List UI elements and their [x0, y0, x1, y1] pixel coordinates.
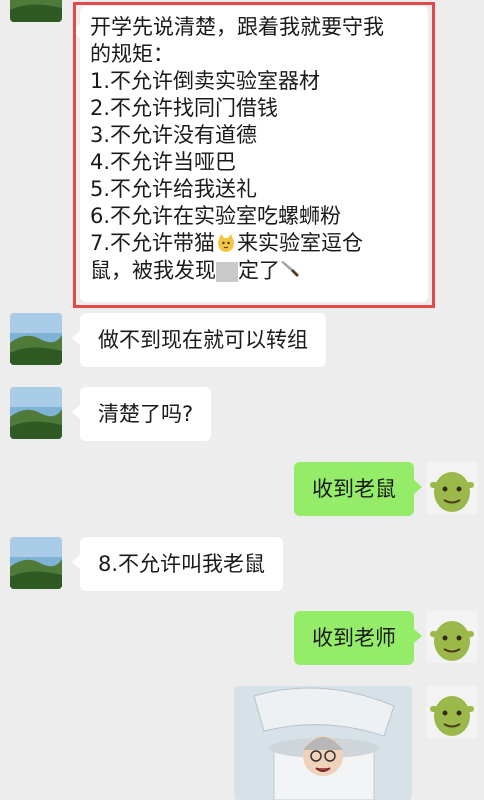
shrek-avatar-icon [426, 611, 478, 663]
incoming-message-bubble[interactable]: 8.不允许叫我老鼠 [71, 537, 284, 591]
user-avatar[interactable] [426, 462, 478, 514]
shrek-avatar-icon [426, 686, 478, 738]
cat-emoji-icon [215, 230, 237, 257]
rules-line-7: 7.不允许带猫 来实验室逗仓 [90, 230, 418, 257]
rules-line-8: 鼠，被我发现 定了 [90, 257, 418, 286]
meme-image-message[interactable] [234, 686, 412, 800]
message-text: 收到老师 [312, 626, 396, 650]
message-text: 8.不允许叫我老鼠 [98, 552, 266, 576]
rules-line: 3.不允许没有道德 [90, 123, 258, 147]
outgoing-message-bubble[interactable]: 收到老师 [294, 611, 422, 665]
rules-line: 6.不允许在实验室吃螺蛳粉 [90, 204, 342, 228]
message-text: 清楚了吗? [98, 402, 194, 426]
rules-line: 4.不允许当哑巴 [90, 150, 237, 174]
user-avatar[interactable] [426, 611, 478, 663]
rules-line-7-part-a: 7.不允许带猫 [90, 231, 216, 255]
rules-line: 5.不允许给我送礼 [90, 177, 258, 201]
rules-line-8-part-a: 鼠，被我发现 [90, 258, 216, 283]
user-avatar[interactable] [426, 686, 478, 738]
kitchen-knife-emoji-icon [280, 257, 302, 286]
rules-line: 1.不允许倒卖实验室器材 [90, 69, 321, 93]
landscape-avatar-icon [10, 313, 62, 365]
landscape-avatar-icon [10, 537, 62, 589]
shrek-avatar-icon [426, 462, 478, 514]
censored-glyph [216, 261, 238, 282]
landscape-avatar-icon [10, 387, 62, 439]
rules-line-8-part-b: 定了 [238, 258, 280, 283]
rules-line-7-part-b: 来实验室逗仓 [237, 231, 364, 255]
message-text: 收到老鼠 [312, 477, 396, 501]
contact-avatar[interactable] [10, 313, 62, 365]
contact-avatar[interactable] [10, 387, 62, 439]
meme-image [234, 686, 412, 800]
incoming-message-bubble[interactable]: 清楚了吗? [71, 387, 212, 441]
rules-line: 2.不允许找同门借钱 [90, 96, 279, 120]
incoming-message-bubble[interactable]: 做不到现在就可以转组 [72, 313, 326, 367]
message-text: 做不到现在就可以转组 [98, 328, 308, 352]
rules-line: 的规矩： [90, 42, 174, 66]
contact-avatar[interactable] [10, 0, 62, 22]
rules-line: 开学先说清楚，跟着我就要守我 [90, 15, 384, 39]
outgoing-message-bubble[interactable]: 收到老鼠 [294, 462, 422, 516]
landscape-avatar-icon [10, 0, 62, 22]
rules-message-bubble[interactable]: 开学先说清楚，跟着我就要守我 的规矩： 1.不允许倒卖实验室器材 2.不允许找同… [72, 6, 428, 302]
contact-avatar[interactable] [10, 537, 62, 589]
